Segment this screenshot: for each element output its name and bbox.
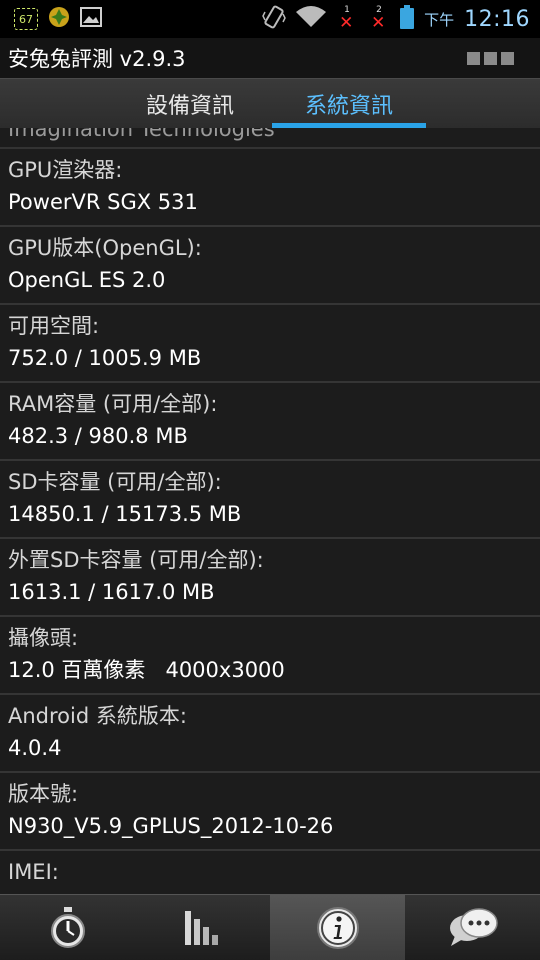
list-item-android-version: Android 系統版本: 4.0.4 [0, 695, 540, 773]
nav-benchmark-button[interactable] [0, 895, 135, 960]
item-value: OpenGL ES 2.0 [8, 268, 166, 292]
list-item-sd-card: SD卡容量 (可用/全部): 14850.1 / 15173.5 MB [0, 461, 540, 539]
system-icons: 1 ✕ 2 ✕ 下午 12:16 [262, 4, 540, 34]
nav-feedback-button[interactable] [405, 895, 540, 960]
app-notification-icon [48, 6, 70, 32]
wifi-icon [296, 6, 327, 32]
list-item-external-sd: 外置SD卡容量 (可用/全部): 1613.1 / 1617.0 MB [0, 539, 540, 617]
item-label: SD卡容量 (可用/全部): [8, 470, 222, 494]
clock: 12:16 [464, 6, 530, 32]
sim2-no-signal-icon: 2 ✕ [371, 5, 386, 33]
item-label: IMEI: [8, 860, 59, 884]
list-item-build-number: 版本號: N930_V5.9_GPLUS_2012-10-26 [0, 773, 540, 851]
item-value: 12.0 百萬像素 4000x3000 [8, 658, 285, 682]
item-value: 752.0 / 1005.9 MB [8, 346, 202, 370]
badge-number: 67 [19, 12, 33, 26]
nav-ranking-button[interactable] [135, 895, 270, 960]
status-bar: 67 1 ✕ 2 ✕ 下午 12:16 [0, 0, 540, 38]
list-item-gpu-version: GPU版本(OpenGL): OpenGL ES 2.0 [0, 227, 540, 305]
list-item-imei: IMEI: [0, 851, 540, 894]
tab-system-info[interactable]: 系統資訊 [272, 79, 426, 129]
item-value: 482.3 / 980.8 MB [8, 424, 188, 448]
app-title: 安兔兔評測 v2.9.3 [8, 47, 186, 71]
tab-device-info[interactable]: 設備資訊 [110, 79, 270, 129]
stopwatch-icon [50, 907, 85, 948]
item-label: 攝像頭: [8, 626, 79, 650]
partial-value: Imagination Technologies [8, 128, 275, 141]
vibrate-icon [262, 4, 286, 34]
overflow-menu-icon[interactable] [467, 51, 514, 65]
item-label: 可用空間: [8, 314, 100, 338]
time-ampm: 下午 [424, 10, 455, 29]
chat-bubbles-icon [449, 908, 498, 946]
list-item-camera: 攝像頭: 12.0 百萬像素 4000x3000 [0, 617, 540, 695]
item-label: RAM容量 (可用/全部): [8, 392, 218, 416]
list-item-gpu-renderer: GPU渲染器: PowerVR SGX 531 [0, 149, 540, 227]
item-value: 1613.1 / 1617.0 MB [8, 580, 215, 604]
item-value: 14850.1 / 15173.5 MB [8, 502, 242, 526]
item-label: Android 系統版本: [8, 704, 187, 728]
notification-icons: 67 [0, 6, 102, 32]
item-value: 4.0.4 [8, 736, 62, 760]
battery-icon [400, 5, 415, 33]
nav-info-button[interactable] [270, 895, 405, 960]
app-title-bar: 安兔兔評測 v2.9.3 [0, 38, 540, 78]
list-item-ram: RAM容量 (可用/全部): 482.3 / 980.8 MB [0, 383, 540, 461]
sim1-no-signal-icon: 1 ✕ [339, 5, 354, 33]
image-icon [80, 7, 102, 31]
item-label: 外置SD卡容量 (可用/全部): [8, 548, 264, 572]
item-label: 版本號: [8, 782, 79, 806]
system-info-list[interactable]: Imagination Technologies GPU渲染器: PowerVR… [0, 128, 540, 894]
bottom-navigation [0, 894, 540, 960]
list-item-available-space: 可用空間: 752.0 / 1005.9 MB [0, 305, 540, 383]
item-value: PowerVR SGX 531 [8, 190, 198, 214]
item-label: GPU渲染器: [8, 158, 123, 182]
bar-chart-icon [184, 911, 218, 945]
info-icon [316, 907, 359, 949]
item-value: N930_V5.9_GPLUS_2012-10-26 [8, 814, 334, 838]
battery-badge-icon: 67 [14, 8, 38, 30]
item-label: GPU版本(OpenGL): [8, 236, 202, 260]
app-root: 67 1 ✕ 2 ✕ 下午 12:16 安兔兔評測 v2.9.3 設備資訊 系統… [0, 0, 540, 960]
tab-bar: 設備資訊 系統資訊 [0, 78, 540, 128]
list-item-partial: Imagination Technologies [0, 128, 540, 149]
